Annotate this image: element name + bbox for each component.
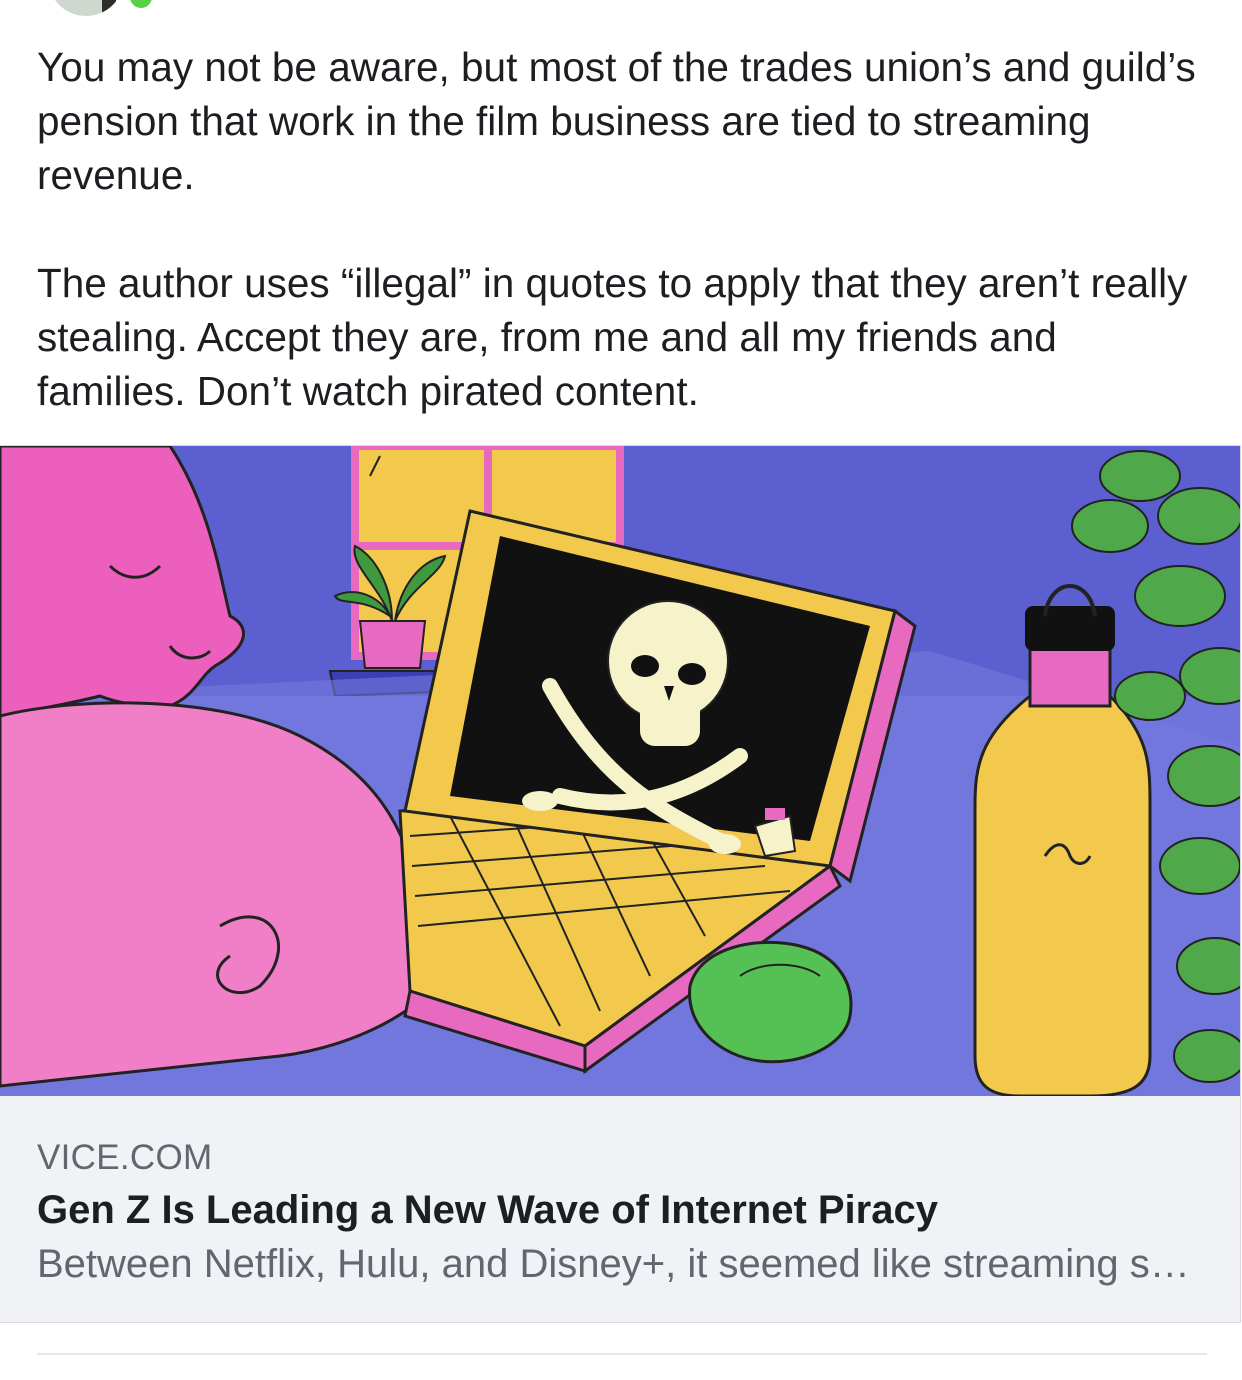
link-preview-card[interactable]: VICE.COM Gen Z Is Leading a New Wave of …	[0, 445, 1241, 1323]
link-domain: VICE.COM	[37, 1138, 213, 1177]
link-description: Between Netflix, Hulu, and Disney+, it s…	[37, 1242, 1202, 1286]
online-status-indicator	[126, 0, 156, 12]
link-title[interactable]: Gen Z Is Leading a New Wave of Internet …	[37, 1188, 938, 1233]
post-paragraph-2: The author uses “illegal” in quotes to a…	[37, 260, 1188, 414]
article-illustration[interactable]	[0, 446, 1240, 1096]
post-paragraph-1: You may not be aware, but most of the tr…	[37, 44, 1196, 198]
divider	[37, 1353, 1207, 1355]
author-avatar-wrap[interactable]	[40, 0, 160, 20]
post-body: You may not be aware, but most of the tr…	[37, 40, 1207, 418]
link-info[interactable]: VICE.COM Gen Z Is Leading a New Wave of …	[0, 1096, 1240, 1322]
avatar[interactable]	[48, 0, 124, 16]
